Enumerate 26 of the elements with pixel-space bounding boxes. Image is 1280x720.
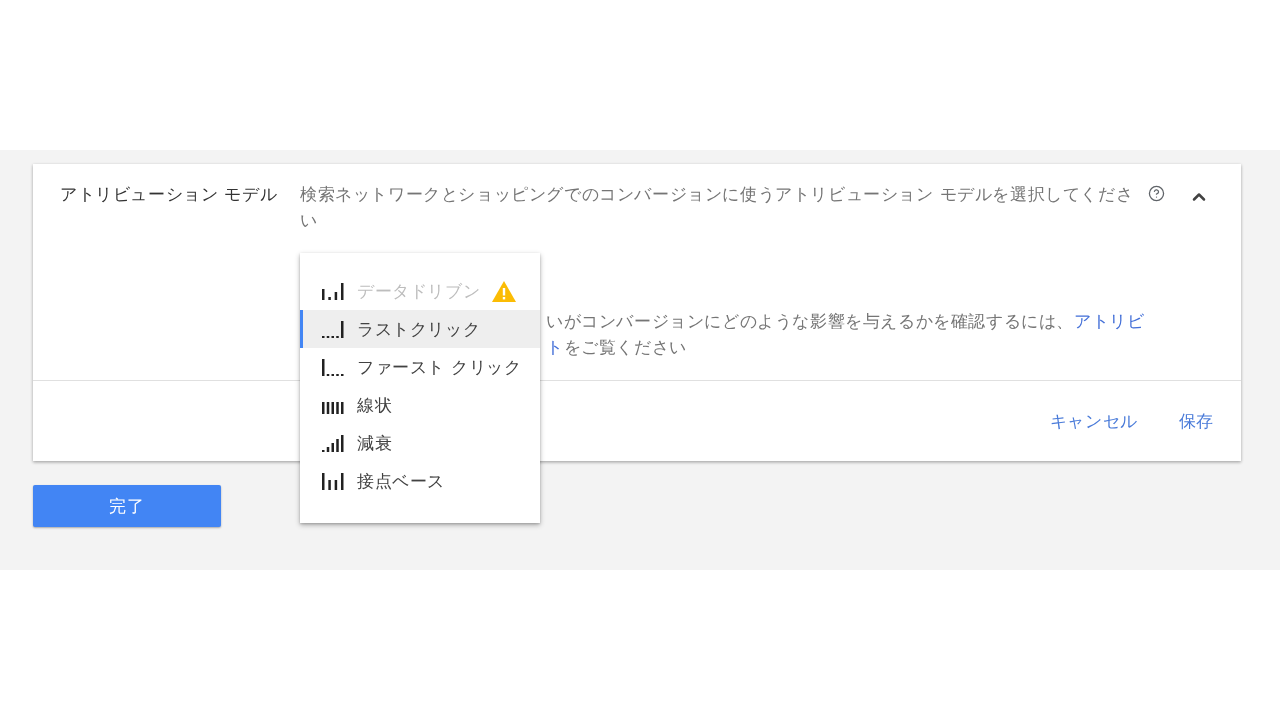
- bar-and-dots-icon: [322, 358, 344, 376]
- notice-text: いがコンバージョンにどのような影響を与えるかを確認するには、アトリビ: [546, 310, 1145, 333]
- mixed-bars-icon: [322, 282, 344, 300]
- menu-item[interactable]: ファースト クリック: [300, 348, 540, 386]
- menu-item[interactable]: 接点ベース: [300, 462, 540, 500]
- notice-text: ト をご覧ください: [546, 336, 687, 359]
- help-icon[interactable]: [1148, 185, 1165, 202]
- done-button[interactable]: 完了: [33, 485, 221, 527]
- menu-item[interactable]: ラストクリック: [300, 310, 540, 348]
- report-link[interactable]: ト: [546, 337, 564, 357]
- menu-item-label: データドリブン: [357, 279, 481, 303]
- menu-item-label: ラストクリック: [357, 317, 481, 341]
- menu-item-label: 減衰: [357, 431, 393, 455]
- menu-item-label: ファースト クリック: [357, 355, 522, 379]
- menu-item[interactable]: 線状: [300, 386, 540, 424]
- section-label: アトリビューション モデル: [60, 183, 279, 206]
- end-bars-icon: [322, 472, 344, 490]
- report-link[interactable]: アトリビ: [1074, 311, 1145, 331]
- section-description: 検索ネットワークとショッピングでのコンバージョンに使うアトリビューション モデルを選択してください: [300, 183, 1135, 232]
- dots-and-bar-icon: [322, 320, 344, 338]
- menu-item-label: 線状: [357, 393, 393, 417]
- action-button[interactable]: キャンセル: [1049, 409, 1138, 433]
- menu-item[interactable]: 減衰: [300, 424, 540, 462]
- action-button[interactable]: 保存: [1178, 409, 1214, 433]
- menu-item-label: 接点ベース: [357, 469, 445, 493]
- rising-bars-icon: [322, 434, 344, 452]
